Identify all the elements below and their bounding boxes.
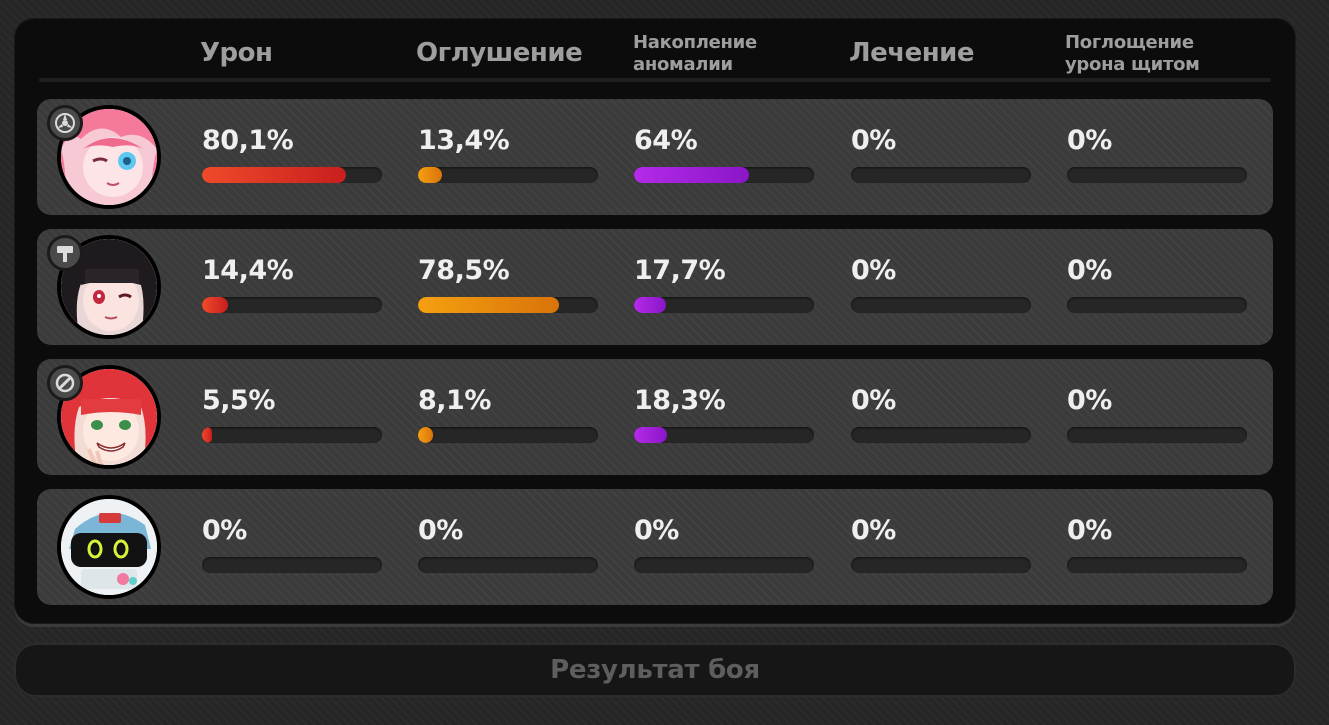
avatar-container bbox=[57, 495, 161, 599]
stun-stat: 8,1% bbox=[418, 385, 598, 445]
shield-bar-track bbox=[1067, 167, 1247, 183]
stun-value: 78,5% bbox=[418, 255, 510, 286]
anomaly-value: 17,7% bbox=[634, 255, 726, 286]
avatar-container bbox=[47, 365, 161, 469]
shield-stat: 0% bbox=[1067, 385, 1247, 445]
member-row: 5,5% 8,1% 18,3% 0% 0% bbox=[37, 359, 1273, 475]
damage-stat: 14,4% bbox=[202, 255, 382, 315]
anomaly-value: 18,3% bbox=[634, 385, 726, 416]
stun-value: 13,4% bbox=[418, 125, 510, 156]
healing-value: 0% bbox=[851, 125, 896, 156]
avatar-container bbox=[47, 235, 161, 339]
shield-bar-track bbox=[1067, 297, 1247, 313]
shield-value: 0% bbox=[1067, 515, 1112, 546]
anomaly-stat: 18,3% bbox=[634, 385, 814, 445]
anomaly-bar-track bbox=[634, 427, 814, 443]
stun-stat: 0% bbox=[418, 515, 598, 575]
damage-bar-fill bbox=[202, 167, 347, 183]
shield-bar-track bbox=[1067, 427, 1247, 443]
damage-stat: 0% bbox=[202, 515, 382, 575]
stun-stat: 78,5% bbox=[418, 255, 598, 315]
anomaly-stat: 64% bbox=[634, 125, 814, 185]
damage-stat: 80,1% bbox=[202, 125, 382, 185]
member-row: 80,1% 13,4% 64% 0% 0% bbox=[37, 99, 1273, 215]
anomaly-bar-track bbox=[634, 297, 814, 313]
stun-bar-track bbox=[418, 297, 598, 313]
anomaly-bar-fill bbox=[634, 427, 667, 443]
team-stats-panel: Урон Оглушение Накопление аномалии Лечен… bbox=[14, 18, 1296, 624]
stun-bar-track bbox=[418, 167, 598, 183]
shield-bar-track bbox=[1067, 557, 1247, 573]
damage-value: 5,5% bbox=[202, 385, 275, 416]
damage-bar-fill bbox=[202, 427, 212, 443]
shield-stat: 0% bbox=[1067, 125, 1247, 185]
stun-bar-fill bbox=[418, 427, 433, 443]
shield-value: 0% bbox=[1067, 255, 1112, 286]
shield-stat: 0% bbox=[1067, 515, 1247, 575]
stun-value: 8,1% bbox=[418, 385, 491, 416]
shield-stat: 0% bbox=[1067, 255, 1247, 315]
healing-stat: 0% bbox=[851, 255, 1031, 315]
damage-value: 80,1% bbox=[202, 125, 294, 156]
stun-value: 0% bbox=[418, 515, 463, 546]
damage-value: 14,4% bbox=[202, 255, 294, 286]
damage-bar-track bbox=[202, 297, 382, 313]
anomaly-stat: 0% bbox=[634, 515, 814, 575]
healing-bar-track bbox=[851, 557, 1031, 573]
healing-value: 0% bbox=[851, 385, 896, 416]
battle-result-button[interactable]: Результат боя bbox=[14, 643, 1296, 697]
anomaly-bar-fill bbox=[634, 297, 666, 313]
stun-bar-track bbox=[418, 557, 598, 573]
member-row: 0% 0% 0% 0% 0% bbox=[37, 489, 1273, 605]
member-rows: 80,1% 13,4% 64% 0% 0% 14,4% 78,5% 17,7% … bbox=[14, 18, 1296, 624]
stun-bar-track bbox=[418, 427, 598, 443]
damage-bar-track bbox=[202, 427, 382, 443]
healing-stat: 0% bbox=[851, 515, 1031, 575]
healing-stat: 0% bbox=[851, 385, 1031, 445]
damage-bar-track bbox=[202, 557, 382, 573]
member-row: 14,4% 78,5% 17,7% 0% 0% bbox=[37, 229, 1273, 345]
healing-bar-track bbox=[851, 167, 1031, 183]
healing-bar-track bbox=[851, 427, 1031, 443]
anomaly-stat: 17,7% bbox=[634, 255, 814, 315]
battle-stats-screen: Урон Оглушение Накопление аномалии Лечен… bbox=[0, 0, 1329, 725]
avatar-container bbox=[47, 105, 161, 209]
anomaly-bar-track bbox=[634, 167, 814, 183]
stun-bar-fill bbox=[418, 167, 443, 183]
stun-stat: 13,4% bbox=[418, 125, 598, 185]
anomaly-specialty-icon bbox=[47, 105, 83, 141]
bangboo-avatar bbox=[57, 495, 161, 599]
battle-result-label: Результат боя bbox=[550, 655, 760, 685]
shield-value: 0% bbox=[1067, 385, 1112, 416]
anomaly-value: 0% bbox=[634, 515, 679, 546]
anomaly-bar-fill bbox=[634, 167, 750, 183]
damage-value: 0% bbox=[202, 515, 247, 546]
damage-stat: 5,5% bbox=[202, 385, 382, 445]
healing-stat: 0% bbox=[851, 125, 1031, 185]
healing-bar-track bbox=[851, 297, 1031, 313]
healing-value: 0% bbox=[851, 515, 896, 546]
damage-bar-fill bbox=[202, 297, 228, 313]
support-specialty-icon bbox=[47, 365, 83, 401]
stun-bar-fill bbox=[418, 297, 560, 313]
damage-bar-track bbox=[202, 167, 382, 183]
healing-value: 0% bbox=[851, 255, 896, 286]
anomaly-value: 64% bbox=[634, 125, 698, 156]
stun-specialty-icon bbox=[47, 235, 83, 271]
anomaly-bar-track bbox=[634, 557, 814, 573]
shield-value: 0% bbox=[1067, 125, 1112, 156]
